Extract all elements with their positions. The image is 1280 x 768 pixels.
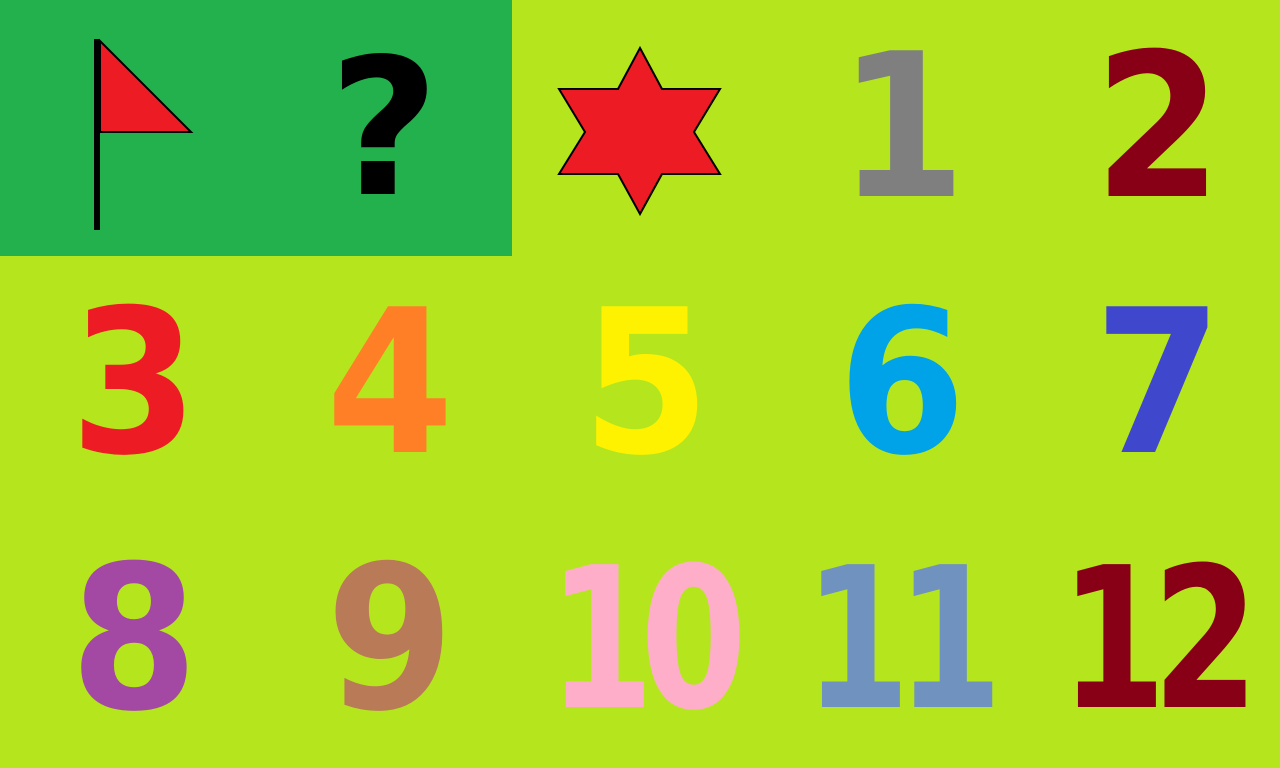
number-label: 6 [838,267,966,500]
cell-unknown[interactable]: ? [256,0,512,256]
cell-mine[interactable] [512,0,768,256]
number-label: 5 [582,267,710,500]
question-mark: ? [328,17,440,239]
star-icon [557,45,722,217]
cell-number-7[interactable]: 7 [1024,256,1280,512]
number-label: 12 [1059,526,1259,754]
flag-icon [94,38,194,230]
cell-number-1[interactable]: 1 [768,0,1024,256]
cell-number-10[interactable]: 10 [512,512,768,768]
number-label: 9 [326,523,454,756]
number-label: 2 [1094,11,1222,244]
number-label: 1 [838,11,966,244]
number-label: 4 [326,267,454,500]
number-label: 8 [70,523,198,756]
number-label: 10 [547,526,747,754]
cell-number-11[interactable]: 11 [768,512,1024,768]
cell-number-9[interactable]: 9 [256,512,512,768]
cell-number-8[interactable]: 8 [0,512,256,768]
number-label: 11 [803,526,1003,754]
game-board: ? 1 2 3 4 5 6 7 8 9 10 11 12 [0,0,1280,768]
cell-number-6[interactable]: 6 [768,256,1024,512]
cell-number-4[interactable]: 4 [256,256,512,512]
number-label: 3 [70,267,198,500]
cell-number-2[interactable]: 2 [1024,0,1280,256]
cell-flag[interactable] [0,0,256,256]
number-label: 7 [1094,267,1222,500]
cell-number-5[interactable]: 5 [512,256,768,512]
cell-number-3[interactable]: 3 [0,256,256,512]
cell-number-12[interactable]: 12 [1024,512,1280,768]
